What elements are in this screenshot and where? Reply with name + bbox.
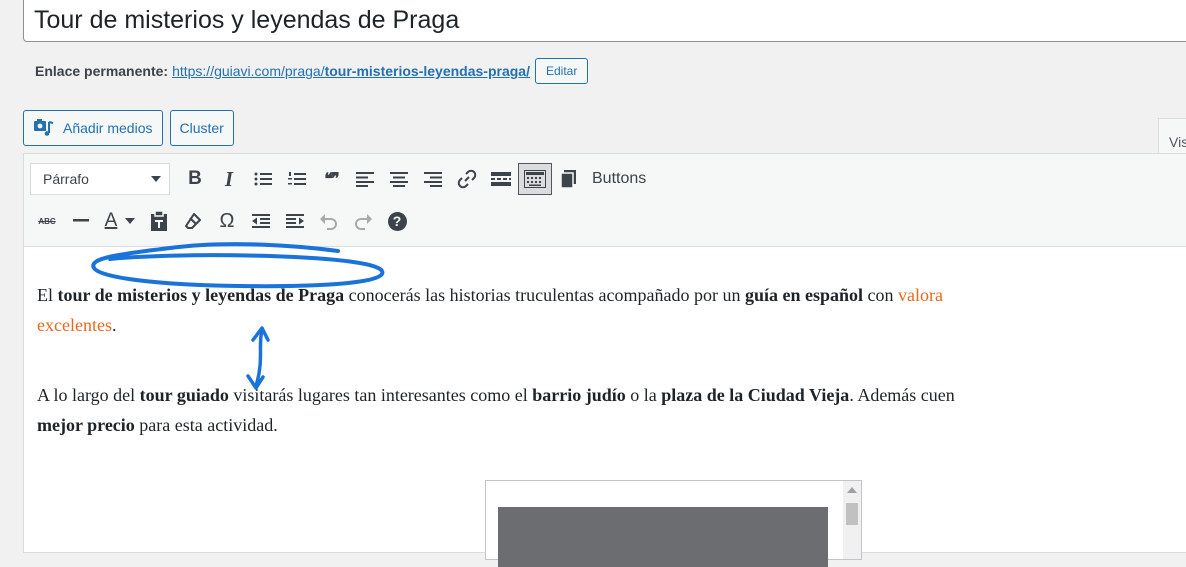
text-run: A lo largo del (37, 385, 140, 405)
align-left-icon (356, 172, 374, 187)
italic-button[interactable]: I (212, 163, 246, 195)
editor-toolbar: Párrafo B I ❝❞ Buttons ABC A Ω ? (24, 154, 1186, 247)
text-run: . Además cuen (849, 385, 955, 405)
buttons-menu-label[interactable]: Buttons (592, 170, 646, 188)
text-run: o la (625, 385, 662, 405)
text-color-icon: A (104, 210, 118, 231)
align-left-button[interactable] (348, 163, 382, 195)
numbered-list-icon (288, 172, 306, 185)
link-button[interactable] (450, 163, 484, 195)
cluster-button[interactable]: Cluster (169, 110, 234, 146)
permalink-url-base: https://guiavi.com/praga/ (172, 63, 325, 79)
permalink-label: Enlace permanente: (35, 63, 169, 79)
add-media-icon (34, 119, 54, 136)
align-right-icon (424, 172, 442, 187)
toolbar-toggle-icon (524, 170, 546, 188)
blockquote-icon: ❝❞ (324, 171, 339, 188)
italic-icon: I (224, 166, 234, 191)
strikethrough-icon: ABC (38, 216, 56, 226)
read-more-button[interactable] (484, 163, 518, 195)
text-run: El (37, 285, 58, 305)
paragraph-2: A lo largo del tour guiado visitarás lug… (37, 380, 1186, 440)
shortcode-icon (560, 170, 576, 188)
align-right-button[interactable] (416, 163, 450, 195)
embedded-image-frame[interactable] (485, 480, 862, 567)
add-media-label: Añadir medios (63, 120, 153, 136)
redo-button[interactable] (346, 205, 380, 237)
horizontal-line-button[interactable] (64, 205, 98, 237)
format-select[interactable]: Párrafo (30, 163, 170, 195)
text-run: . (111, 315, 117, 335)
bold-text: barrio judío (532, 385, 626, 405)
undo-button[interactable] (312, 205, 346, 237)
scroll-thumb[interactable] (846, 503, 858, 525)
bullet-list-button[interactable] (246, 163, 280, 195)
clear-formatting-button[interactable] (176, 205, 210, 237)
link-icon (457, 169, 477, 189)
help-icon: ? (387, 211, 407, 231)
add-media-button[interactable]: Añadir medios (23, 110, 163, 146)
indent-button[interactable] (278, 205, 312, 237)
horizontal-line-icon (73, 219, 89, 222)
bold-text: tour de misterios y leyendas de Praga (57, 285, 345, 305)
media-buttons: Añadir medios Cluster (23, 110, 234, 146)
indent-icon (286, 214, 304, 228)
scroll-up-icon[interactable] (847, 487, 857, 493)
bold-text: plaza de la Ciudad Vieja (661, 385, 850, 405)
text-run: visitarás lugares tan interesantes como … (228, 385, 533, 405)
bold-button[interactable]: B (178, 163, 212, 195)
format-select-value: Párrafo (43, 171, 89, 187)
edit-permalink-button[interactable]: Editar (534, 58, 589, 84)
clear-formatting-icon (185, 213, 201, 229)
editor-content[interactable]: El tour de misterios y leyendas de Praga… (37, 280, 1186, 440)
bold-text: guía en español (745, 285, 864, 305)
numbered-list-button[interactable] (280, 163, 314, 195)
permalink-bar: Enlace permanente: https://guiavi.com/pr… (35, 58, 589, 84)
align-center-button[interactable] (382, 163, 416, 195)
chevron-down-icon (125, 218, 136, 224)
orange-link[interactable]: valora (898, 285, 943, 305)
editor: Párrafo B I ❝❞ Buttons ABC A Ω ? El tour… (23, 153, 1186, 567)
paragraph-1: El tour de misterios y leyendas de Praga… (37, 280, 1186, 340)
bold-icon: B (188, 168, 202, 189)
post-title-input[interactable]: Tour de misterios y leyendas de Praga (23, 0, 1186, 42)
bullet-list-icon (254, 172, 272, 186)
special-character-button[interactable]: Ω (210, 205, 244, 237)
outdent-button[interactable] (244, 205, 278, 237)
text-run: para esta actividad. (134, 415, 278, 435)
text-run: con (863, 285, 899, 305)
blockquote-button[interactable]: ❝❞ (314, 163, 348, 195)
toolbar-toggle-button[interactable] (518, 163, 552, 195)
bold-text: mejor precio (37, 415, 135, 435)
strikethrough-button[interactable]: ABC (30, 205, 64, 237)
paste-text-button[interactable] (142, 205, 176, 237)
shortcode-button[interactable] (552, 163, 586, 195)
redo-icon (355, 214, 372, 230)
undo-icon (320, 214, 337, 230)
special-character-icon: Ω (219, 209, 235, 232)
toolbar-row-2: ABC A Ω ? (30, 204, 414, 238)
permalink-link[interactable]: https://guiavi.com/praga/tour-misterios-… (172, 60, 530, 82)
read-more-icon (491, 172, 511, 186)
bold-text: tour guiado (139, 385, 229, 405)
orange-link[interactable]: excelentes (37, 315, 112, 335)
outdent-icon (252, 214, 270, 228)
help-button[interactable]: ? (380, 205, 414, 237)
permalink-url-slug: tour-misterios-leyendas-praga/ (324, 63, 530, 79)
text-run: conocerás las historias truculentas acom… (344, 285, 746, 305)
embed-scrollbar[interactable] (843, 481, 861, 559)
tab-visual[interactable]: Vis (1158, 118, 1186, 154)
chevron-down-icon (151, 176, 161, 182)
embedded-image (498, 507, 828, 567)
toolbar-row-1: Párrafo B I ❝❞ Buttons (30, 162, 646, 196)
align-center-icon (390, 172, 408, 187)
text-color-button[interactable]: A (98, 205, 142, 237)
paste-text-icon (151, 211, 167, 231)
